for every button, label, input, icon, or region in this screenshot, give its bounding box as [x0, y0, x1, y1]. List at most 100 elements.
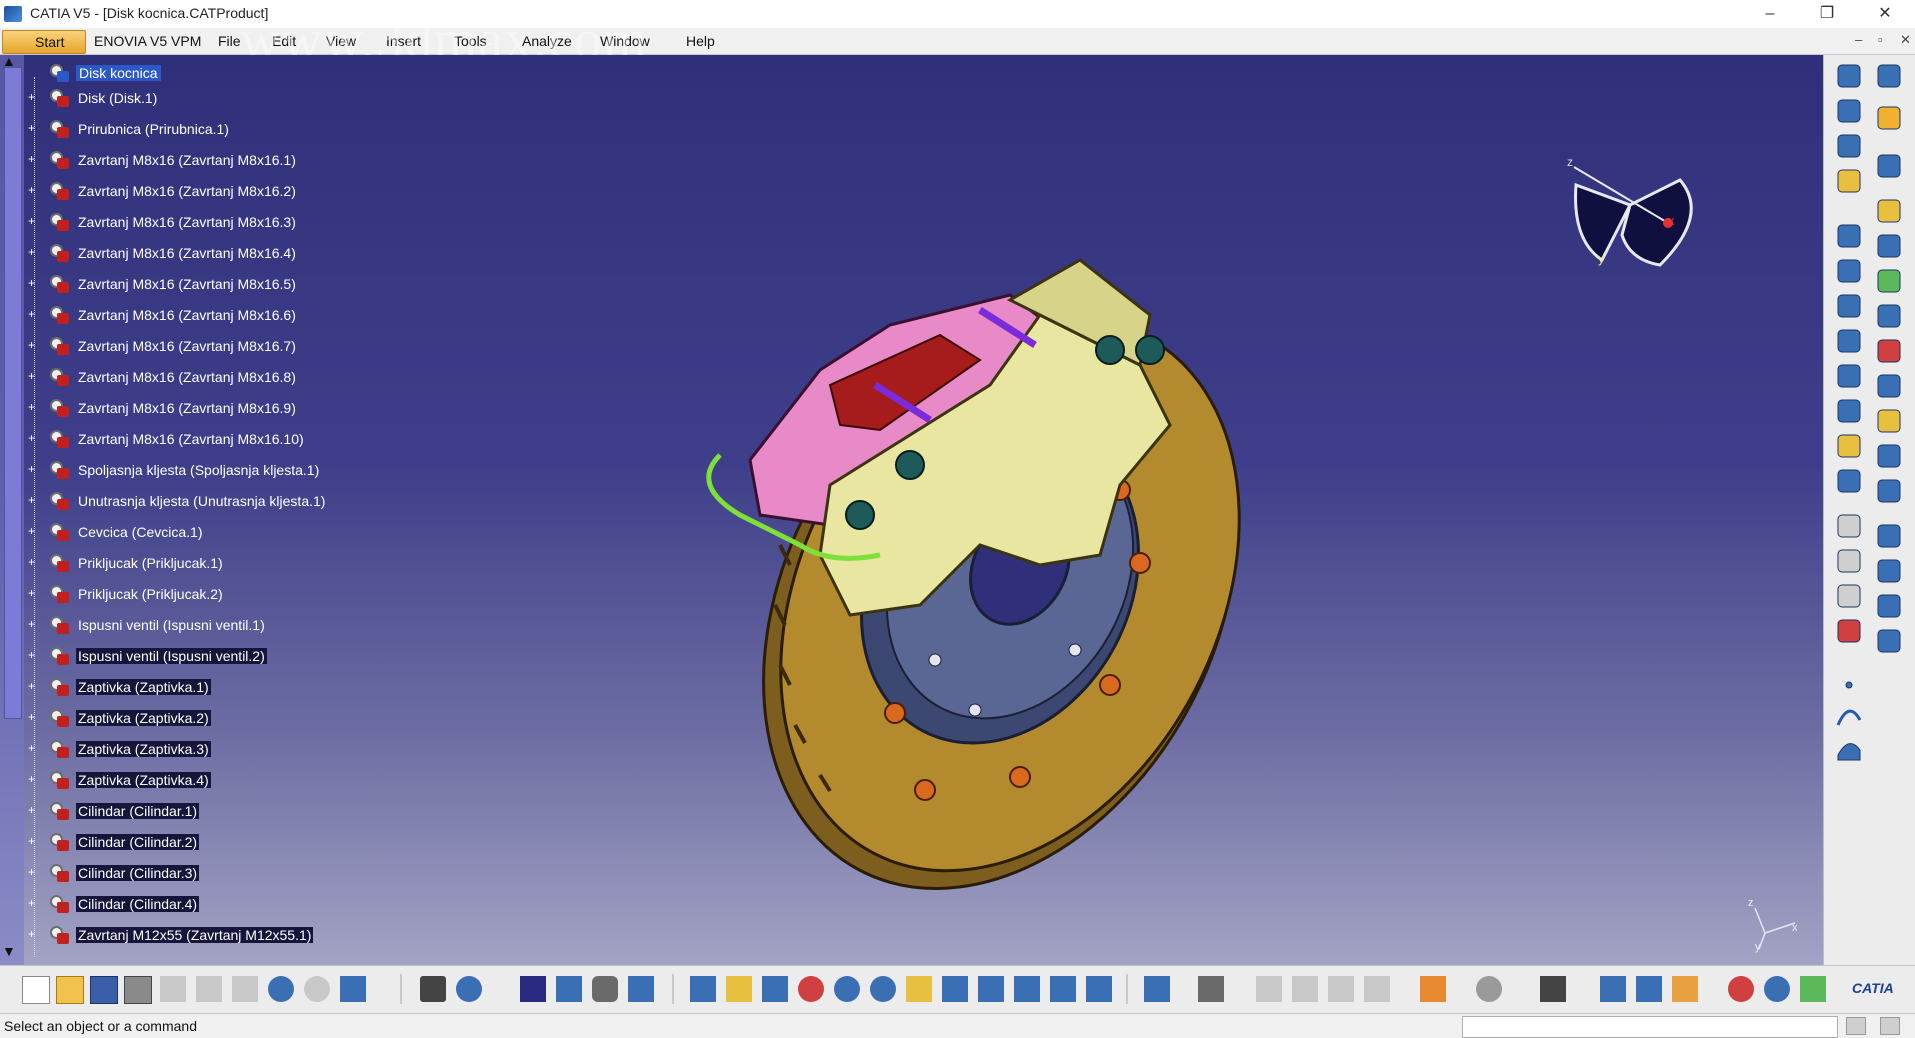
iso-view-icon[interactable]	[978, 976, 1004, 1002]
hide-show-icon[interactable]	[1050, 976, 1076, 1002]
tree-item[interactable]: + Zavrtanj M8x16 (Zavrtanj M8x16.7)	[26, 335, 426, 359]
scroll-down-icon[interactable]: ▼	[2, 943, 16, 959]
status-settings-icon[interactable]	[1880, 1017, 1900, 1035]
cut-icon[interactable]	[160, 976, 186, 1002]
measure-icon[interactable]	[1144, 976, 1170, 1002]
catalog-icon[interactable]	[628, 976, 654, 1002]
minimize-button[interactable]: –	[1743, 0, 1797, 28]
whats-this-icon[interactable]	[340, 976, 366, 1002]
tree-item[interactable]: + Zavrtanj M8x16 (Zavrtanj M8x16.2)	[26, 180, 426, 204]
fit-all-icon[interactable]	[726, 976, 752, 1002]
tree-item[interactable]: + Prikljucak (Prikljucak.1)	[26, 552, 426, 576]
menu-analyze[interactable]: Analyze	[522, 33, 572, 49]
tree-item[interactable]: + Cilindar (Cilindar.3)	[26, 862, 426, 886]
paste-icon[interactable]	[232, 976, 258, 1002]
power-input-field[interactable]	[1462, 1016, 1838, 1038]
restore-button[interactable]: ❐	[1800, 0, 1854, 28]
tree-item[interactable]: + Zavrtanj M8x16 (Zavrtanj M8x16.9)	[26, 397, 426, 421]
tree-item[interactable]: + Zaptivka (Zaptivka.2)	[26, 707, 426, 731]
tree-item[interactable]: + Ispusni ventil (Ispusni ventil.1)	[26, 614, 426, 638]
tree-expand-icon[interactable]: +	[26, 494, 37, 506]
close-button[interactable]: ✕	[1858, 0, 1912, 28]
tree-expand-icon[interactable]: +	[26, 277, 37, 289]
swap-space-icon[interactable]	[1086, 976, 1112, 1002]
undo-icon[interactable]	[268, 976, 294, 1002]
tree-item[interactable]: + Cevcica (Cevcica.1)	[26, 521, 426, 545]
tree-item[interactable]: + Zavrtanj M8x16 (Zavrtanj M8x16.6)	[26, 304, 426, 328]
refresh-icon[interactable]	[1476, 976, 1502, 1002]
analyze-mass-icon[interactable]	[1636, 976, 1662, 1002]
tree-expand-icon[interactable]: +	[26, 246, 37, 258]
menu-view[interactable]: View	[326, 33, 356, 49]
capture-icon[interactable]	[1540, 976, 1566, 1002]
tree-item[interactable]: + Zavrtanj M8x16 (Zavrtanj M8x16.3)	[26, 211, 426, 235]
3d-viewport[interactable]: ▲ ▼ Disk kocnica + Disk (Disk.1) + Prirubni…	[0, 55, 1823, 965]
tree-expand-icon[interactable]: +	[26, 649, 37, 661]
multi-view-icon[interactable]	[942, 976, 968, 1002]
tree-scrollbar[interactable]: ▲ ▼	[0, 55, 24, 965]
comment-icon[interactable]	[456, 976, 482, 1002]
analyze-distance-icon[interactable]	[1600, 976, 1626, 1002]
tree-expand-icon[interactable]: +	[26, 897, 37, 909]
menu-tools[interactable]: Tools	[454, 33, 487, 49]
fly-mode-icon[interactable]	[690, 976, 716, 1002]
menu-window[interactable]: Window	[600, 33, 650, 49]
tree-expand-icon[interactable]: +	[26, 742, 37, 754]
update-icon[interactable]	[1198, 976, 1224, 1002]
menu-edit[interactable]: Edit	[272, 33, 296, 49]
formula-icon[interactable]	[420, 976, 446, 1002]
bolt-icon[interactable]	[1672, 976, 1698, 1002]
menu-file[interactable]: File	[218, 33, 241, 49]
open-folder-icon[interactable]	[56, 976, 84, 1004]
shading-icon[interactable]	[1014, 976, 1040, 1002]
tree-item[interactable]: + Prikljucak (Prikljucak.2)	[26, 583, 426, 607]
fix-icon[interactable]	[1292, 976, 1318, 1002]
tree-expand-icon[interactable]: +	[26, 711, 37, 723]
tree-expand-icon[interactable]: +	[26, 432, 37, 444]
tree-item[interactable]: + Zavrtanj M8x16 (Zavrtanj M8x16.5)	[26, 273, 426, 297]
zoom-out-icon[interactable]	[870, 976, 896, 1002]
menu-enovia[interactable]: ENOVIA V5 VPM	[94, 33, 201, 49]
constraint-icon[interactable]	[1256, 976, 1282, 1002]
tree-item[interactable]: + Zaptivka (Zaptivka.1)	[26, 676, 426, 700]
tree-expand-icon[interactable]: +	[26, 680, 37, 692]
tree-item[interactable]: + Spoljasnja kljesta (Spoljasnja kljesta.…	[26, 459, 426, 483]
mdi-close-button[interactable]: ✕	[1900, 32, 1911, 48]
tree-expand-icon[interactable]: +	[26, 401, 37, 413]
mdi-minimize-button[interactable]: –	[1855, 32, 1862, 47]
tree-expand-icon[interactable]: +	[26, 525, 37, 537]
tree-expand-icon[interactable]: +	[26, 804, 37, 816]
tree-structure-icon[interactable]	[556, 976, 582, 1002]
tree-root[interactable]: Disk kocnica	[26, 62, 426, 86]
status-option-icon[interactable]	[1846, 1017, 1866, 1035]
light-icon[interactable]	[1800, 976, 1826, 1002]
tree-expand-icon[interactable]: +	[26, 773, 37, 785]
tree-expand-icon[interactable]: +	[26, 215, 37, 227]
normal-view-icon[interactable]	[906, 976, 932, 1002]
redo-icon[interactable]	[304, 976, 330, 1002]
tree-item[interactable]: + Zaptivka (Zaptivka.4)	[26, 769, 426, 793]
tree-expand-icon[interactable]: +	[26, 308, 37, 320]
tree-item[interactable]: + Zavrtanj M8x16 (Zavrtanj M8x16.4)	[26, 242, 426, 266]
tree-item[interactable]: + Unutrasnja kljesta (Unutrasnja kljesta.…	[26, 490, 426, 514]
tree-scrollbar-thumb[interactable]	[4, 67, 22, 719]
brake-model[interactable]	[680, 185, 1260, 905]
tree-item[interactable]: + Zaptivka (Zaptivka.3)	[26, 738, 426, 762]
mdi-restore-button[interactable]: ▫	[1878, 32, 1883, 47]
tree-expand-icon[interactable]: +	[26, 339, 37, 351]
knowledge-icon[interactable]	[592, 976, 618, 1002]
offset-icon[interactable]	[1364, 976, 1390, 1002]
new-file-icon[interactable]	[22, 976, 50, 1004]
tree-item[interactable]: + Zavrtanj M8x16 (Zavrtanj M8x16.10)	[26, 428, 426, 452]
menu-insert[interactable]: Insert	[386, 33, 421, 49]
tree-item[interactable]: + Zavrtanj M8x16 (Zavrtanj M8x16.1)	[26, 149, 426, 173]
tree-item[interactable]: + Cilindar (Cilindar.1)	[26, 800, 426, 824]
tree-expand-icon[interactable]: +	[26, 463, 37, 475]
print-icon[interactable]	[124, 976, 152, 1004]
pan-icon[interactable]	[762, 976, 788, 1002]
contact-icon[interactable]	[1328, 976, 1354, 1002]
render-icon[interactable]	[1728, 976, 1754, 1002]
catia-app-icon[interactable]	[4, 6, 22, 22]
tree-expand-icon[interactable]: +	[26, 618, 37, 630]
tree-item[interactable]: + Prirubnica (Prirubnica.1)	[26, 118, 426, 142]
